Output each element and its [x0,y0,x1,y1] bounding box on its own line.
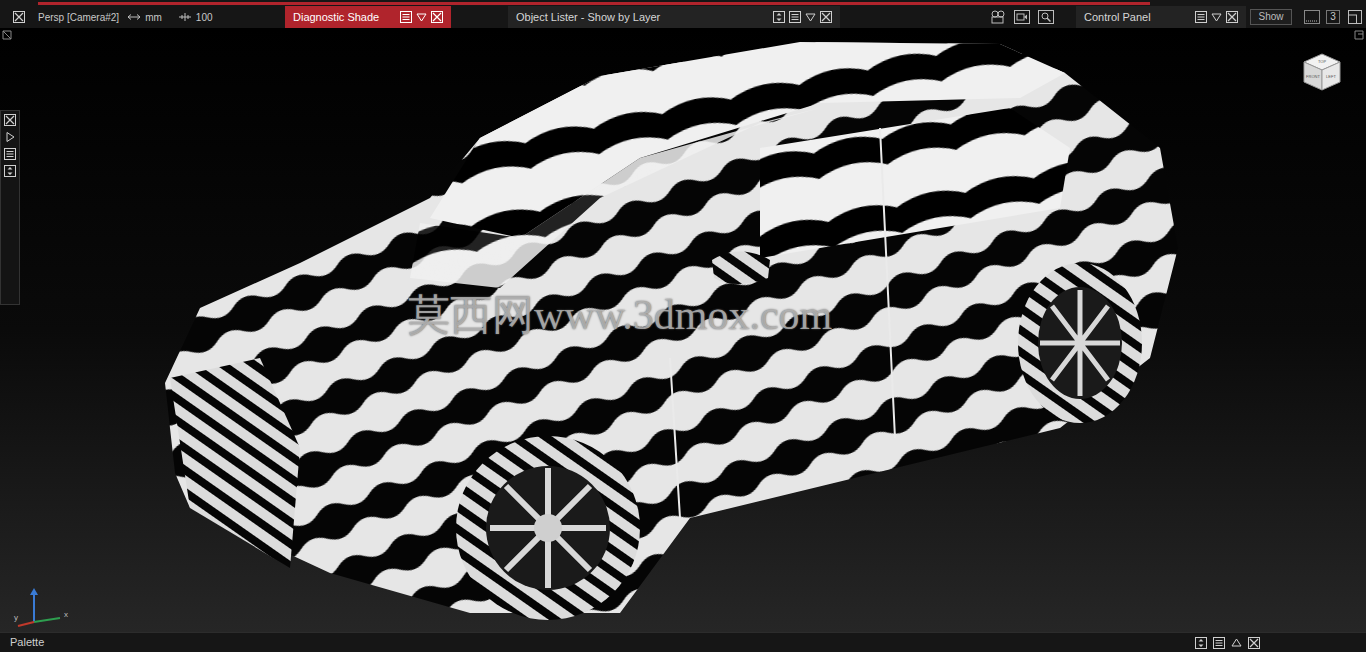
car-windshield [410,108,820,288]
close-icon[interactable] [431,11,443,23]
mirror [712,252,770,285]
play-icon[interactable] [4,131,16,143]
front-wheel [456,436,640,620]
palette-close-icon[interactable] [1248,637,1260,649]
axis-triad-icon: xy [12,584,76,630]
left-toolbar [0,110,20,305]
palette-controls [1195,637,1260,649]
svg-text:x: x [64,610,68,619]
svg-text:y: y [14,613,18,622]
view-cube[interactable]: TOP FRONT LEFT [1300,50,1344,94]
panel-header[interactable]: Object Lister - Show by Layer [508,6,840,28]
toolbar-list-icon[interactable] [4,148,16,160]
camera-icon[interactable] [990,10,1006,24]
grid-icon [178,12,192,22]
toolbar-close-icon[interactable] [4,114,16,126]
close-icon[interactable] [820,11,832,23]
grid-scale[interactable]: 100 [178,10,213,25]
active-window-bar [38,2,1150,5]
car-side-window [760,108,1070,258]
panel-title: Diagnostic Shade [293,9,396,26]
svg-text:TOP: TOP [1318,59,1326,64]
maximize-icon[interactable] [1348,10,1362,24]
resize-icon[interactable] [773,11,785,23]
viewport-corner-right-icon [1354,30,1364,40]
menu-list-icon[interactable] [789,11,801,23]
measure-arrow-icon [127,13,141,21]
layout-icon[interactable] [1304,10,1320,24]
dropdown-icon[interactable] [416,12,427,23]
rear-wheel [1018,263,1142,423]
show-button[interactable]: Show [1250,9,1292,25]
dropdown-icon[interactable] [1211,12,1222,23]
car-grille [170,358,300,568]
car-body [165,42,1178,613]
watermark: 莫西网www.3dmox.com [408,294,832,336]
panel-header[interactable]: Control Panel [1076,6,1246,28]
palette-list-icon[interactable] [1213,637,1225,649]
collapse-icon[interactable] [1231,637,1242,648]
viewport-corner-icon [2,30,12,40]
zoom-icon[interactable] [1038,10,1054,24]
layout-number[interactable]: 3 [1326,10,1340,24]
viewport[interactable]: 莫西网www.3dmox.comTOPFRONTLEFTxy [0,28,1366,632]
toolbar-resize-icon[interactable] [4,165,16,177]
panel-header[interactable]: Diagnostic Shade [285,6,451,28]
palette-resize-icon[interactable] [1195,637,1207,649]
svg-text:FRONT: FRONT [1306,74,1320,79]
camera-info: Persp [Camera#2] mm 100 [38,10,285,25]
close-icon[interactable] [1226,11,1238,23]
alias-window: Persp [Camera#2] mm 100 Diagnostic Shade Obj… [0,0,1366,652]
dropdown-icon[interactable] [805,12,816,23]
palette-title[interactable]: Palette [10,634,1195,651]
svg-text:LEFT: LEFT [1326,74,1336,79]
menu-list-icon[interactable] [1195,11,1207,23]
viewport-toolbar: Persp [Camera#2] mm 100 Diagnostic Shade Obj… [0,6,1366,28]
window-close-icon[interactable] [13,11,25,23]
palette-bar: Palette [0,632,1366,652]
panel-title: Object Lister - Show by Layer [516,9,769,26]
menu-list-icon[interactable] [400,11,412,23]
units[interactable]: mm [127,10,162,25]
camera-name[interactable]: Persp [Camera#2] [38,10,119,25]
camera-tools [990,10,1060,24]
panel-title: Control Panel [1084,9,1191,26]
video-camera-icon[interactable] [1014,10,1030,24]
window-close[interactable] [0,11,38,23]
